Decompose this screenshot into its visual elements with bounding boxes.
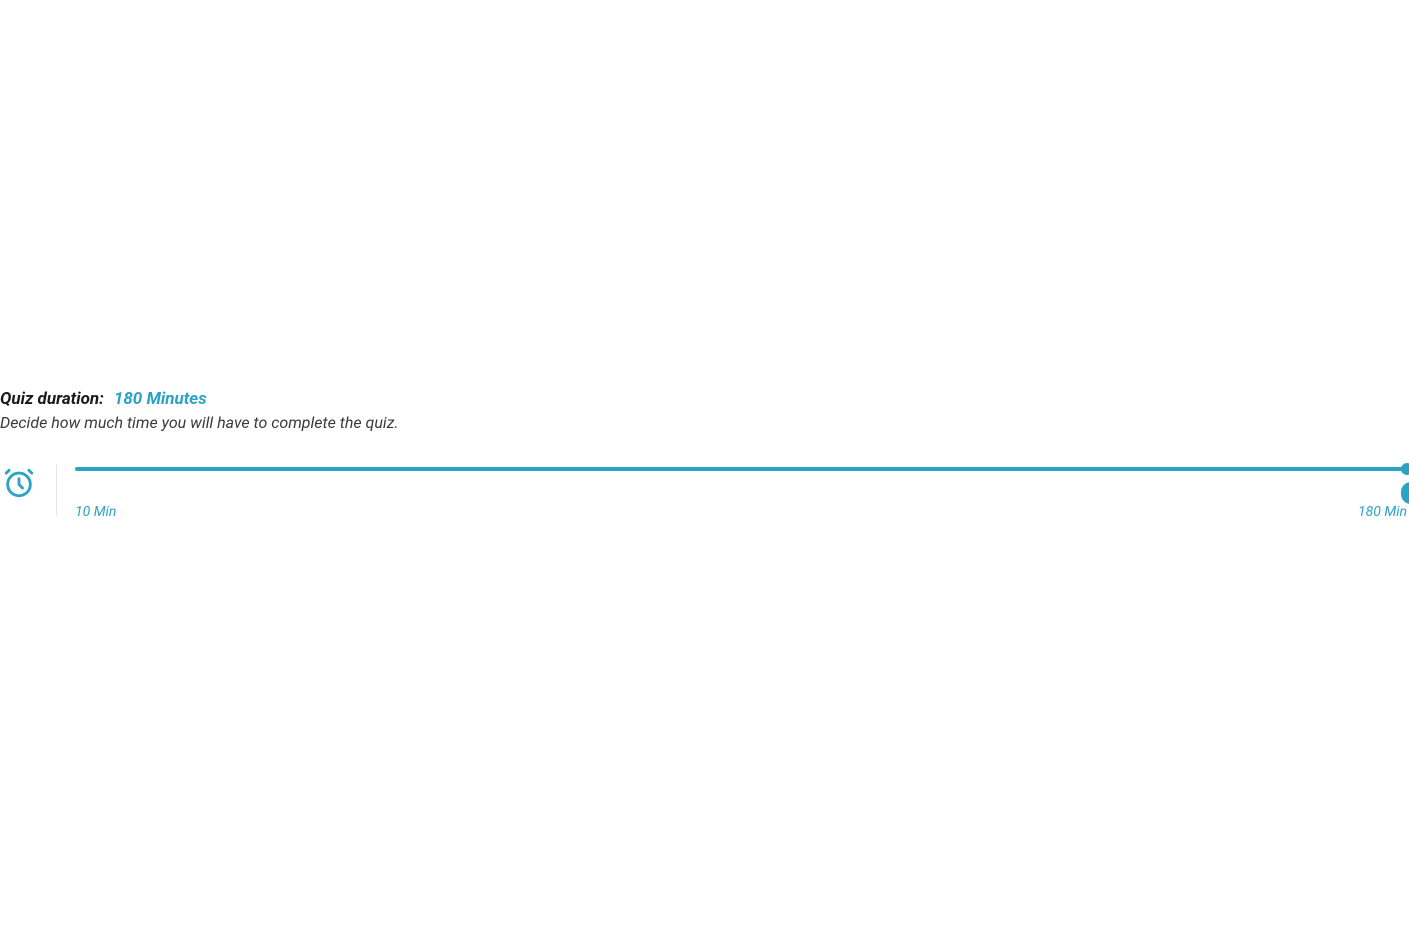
duration-header: Quiz duration: 180 Minutes [0,389,1409,409]
duration-label: Quiz duration: [0,389,104,409]
clock-icon [0,464,38,500]
slider-thumb[interactable] [1401,463,1409,475]
slider-row: 10 Min 180 Min [0,464,1409,520]
slider-ticks: 10 Min 180 Min [75,504,1407,520]
duration-slider[interactable]: 10 Min 180 Min [75,464,1409,520]
slider-track [75,467,1407,471]
quiz-duration-section: Quiz duration: 180 Minutes Decide how mu… [0,389,1409,520]
slider-max-label: 180 Min [1358,504,1407,520]
duration-description: Decide how much time you will have to co… [0,413,1409,432]
slider-handle[interactable] [1401,482,1409,504]
divider [56,464,57,516]
slider-min-label: 10 Min [75,504,116,520]
duration-value: 180 Minutes [114,389,207,409]
